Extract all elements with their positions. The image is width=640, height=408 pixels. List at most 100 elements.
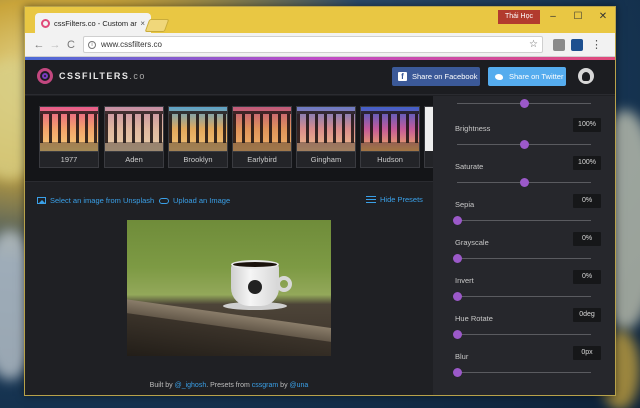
slider-sepia[interactable]: Sepia 0% bbox=[433, 188, 615, 226]
main-content: 1977 Aden Brooklyn Earlybird Gingham Hud… bbox=[25, 96, 615, 395]
tab-title: cssFilters.co - Custom an bbox=[54, 18, 138, 28]
upload-image-link[interactable]: Upload an Image bbox=[159, 196, 230, 205]
preset-label: Gingham bbox=[297, 151, 355, 167]
back-button[interactable]: ← bbox=[31, 39, 47, 51]
preset-thumbnail bbox=[40, 107, 98, 151]
preset-thumbnail bbox=[425, 107, 433, 151]
logo-icon bbox=[37, 67, 53, 84]
una-link[interactable]: @una bbox=[290, 382, 309, 389]
slider-value[interactable]: 0deg bbox=[573, 308, 601, 322]
slider-label: Brightness bbox=[455, 124, 491, 133]
by-text: by bbox=[280, 382, 288, 389]
twitter-icon bbox=[494, 73, 504, 81]
github-icon[interactable] bbox=[578, 68, 594, 84]
site-logo[interactable]: CSSFILTERS.co bbox=[59, 71, 146, 81]
site-header: CSSFILTERS.co f Share on Facebook Share … bbox=[25, 57, 615, 95]
slider-brightness[interactable]: Brightness 100% bbox=[433, 112, 615, 150]
url-text: www.cssfilters.co bbox=[101, 40, 162, 49]
slider-label: Invert bbox=[455, 276, 474, 285]
slider-knob[interactable] bbox=[453, 292, 462, 301]
tab-close-icon[interactable]: × bbox=[140, 19, 145, 28]
slider-knob[interactable] bbox=[453, 254, 462, 263]
preset-brooklyn[interactable]: Brooklyn bbox=[168, 106, 228, 168]
preset-label: Brooklyn bbox=[169, 151, 227, 167]
slider-label: Sepia bbox=[455, 200, 475, 209]
share-twitter-button[interactable]: Share on Twitter bbox=[488, 67, 566, 86]
address-bar-row: ← → C i www.cssfilters.co ☆ ⋮ bbox=[25, 33, 615, 57]
facebook-icon: f bbox=[398, 72, 407, 81]
url-input[interactable]: i www.cssfilters.co ☆ bbox=[83, 36, 543, 53]
preset-hudson[interactable]: Hudson bbox=[360, 106, 420, 168]
extension-icon[interactable] bbox=[571, 38, 583, 51]
image-icon bbox=[37, 197, 46, 204]
preset-label: Aden bbox=[105, 151, 163, 167]
presets-from-text: . Presets from bbox=[206, 382, 250, 389]
slider-label: Grayscale bbox=[455, 238, 489, 247]
slider-track bbox=[457, 220, 591, 221]
preset-aden[interactable]: Aden bbox=[104, 106, 164, 168]
bookmark-star-icon[interactable]: ☆ bbox=[529, 39, 538, 50]
preset-gingham[interactable]: Gingham bbox=[296, 106, 356, 168]
cssgram-link[interactable]: cssgram bbox=[252, 382, 278, 389]
share-twitter-label: Share on Twitter bbox=[509, 72, 564, 81]
filter-controls-panel: Brightness 100% Saturate 100% Sepia 0% Graysca… bbox=[433, 96, 615, 395]
share-facebook-button[interactable]: f Share on Facebook bbox=[392, 67, 480, 86]
preset-label: 1977 bbox=[40, 151, 98, 167]
sliders-icon bbox=[366, 195, 376, 204]
slider-value[interactable]: 100% bbox=[573, 118, 601, 132]
preset-thumbnail bbox=[105, 107, 163, 151]
menu-icon[interactable]: ⋮ bbox=[591, 38, 602, 51]
upload-image-label: Upload an Image bbox=[173, 196, 231, 205]
browser-window: cssFilters.co - Custom an × Thái Học – ☐… bbox=[24, 6, 616, 396]
slider-value[interactable]: 0px bbox=[573, 346, 601, 360]
slider-knob[interactable] bbox=[520, 99, 529, 108]
profile-badge[interactable]: Thái Học bbox=[498, 10, 541, 24]
new-tab-button[interactable] bbox=[144, 19, 170, 32]
maximize-button[interactable]: ☐ bbox=[568, 11, 588, 22]
close-window-button[interactable]: ✕ bbox=[593, 11, 613, 22]
reload-button[interactable]: C bbox=[63, 39, 79, 51]
browser-tab[interactable]: cssFilters.co - Custom an × bbox=[35, 13, 151, 33]
slider-knob[interactable] bbox=[453, 368, 462, 377]
slider-knob[interactable] bbox=[453, 330, 462, 339]
slider-invert[interactable]: Invert 0% bbox=[433, 264, 615, 302]
hide-presets-link[interactable]: Hide Presets bbox=[366, 195, 423, 204]
info-icon[interactable]: i bbox=[88, 40, 96, 49]
slider-value[interactable]: 0% bbox=[573, 270, 601, 284]
logo-suffix: .co bbox=[129, 70, 146, 81]
preview-image bbox=[127, 220, 331, 356]
slider-hue-rotate[interactable]: Hue Rotate 0deg bbox=[433, 302, 615, 340]
preset-thumbnail bbox=[297, 107, 355, 151]
slider-blur[interactable]: Blur 0px bbox=[433, 340, 615, 378]
editor-area: 1977 Aden Brooklyn Earlybird Gingham Hud… bbox=[25, 96, 433, 395]
slider-track bbox=[457, 296, 591, 297]
slider-knob[interactable] bbox=[520, 140, 529, 149]
slider-value[interactable]: 0% bbox=[573, 232, 601, 246]
slider-label: Blur bbox=[455, 352, 469, 361]
preset-strip: 1977 Aden Brooklyn Earlybird Gingham Hud… bbox=[25, 96, 433, 182]
slider-contrast[interactable] bbox=[433, 96, 615, 112]
preset-earlybird[interactable]: Earlybird bbox=[232, 106, 292, 168]
preset-1977[interactable]: 1977 bbox=[39, 106, 99, 168]
minimize-button[interactable]: – bbox=[543, 11, 563, 22]
slider-saturate[interactable]: Saturate 100% bbox=[433, 150, 615, 188]
preset-label: Hudson bbox=[361, 151, 419, 167]
author-link[interactable]: @_ighosh bbox=[175, 382, 207, 389]
slider-grayscale[interactable]: Grayscale 0% bbox=[433, 226, 615, 264]
slider-knob[interactable] bbox=[520, 178, 529, 187]
preset-partial[interactable] bbox=[424, 106, 433, 168]
extension-icon[interactable] bbox=[553, 38, 565, 51]
footer-credit: Built by @_ighosh. Presets from cssgram … bbox=[25, 382, 433, 389]
favicon-icon bbox=[41, 18, 50, 28]
slider-value[interactable]: 0% bbox=[573, 194, 601, 208]
select-unsplash-link[interactable]: Select an image from Unsplash bbox=[37, 196, 154, 205]
share-facebook-label: Share on Facebook bbox=[412, 72, 478, 81]
title-bar: cssFilters.co - Custom an × Thái Học – ☐… bbox=[25, 7, 615, 33]
forward-button[interactable]: → bbox=[47, 39, 63, 51]
slider-label: Hue Rotate bbox=[455, 314, 493, 323]
slider-track bbox=[457, 334, 591, 335]
slider-track bbox=[457, 258, 591, 259]
slider-knob[interactable] bbox=[453, 216, 462, 225]
slider-value[interactable]: 100% bbox=[573, 156, 601, 170]
logo-name: CSSFILTERS bbox=[59, 70, 130, 81]
